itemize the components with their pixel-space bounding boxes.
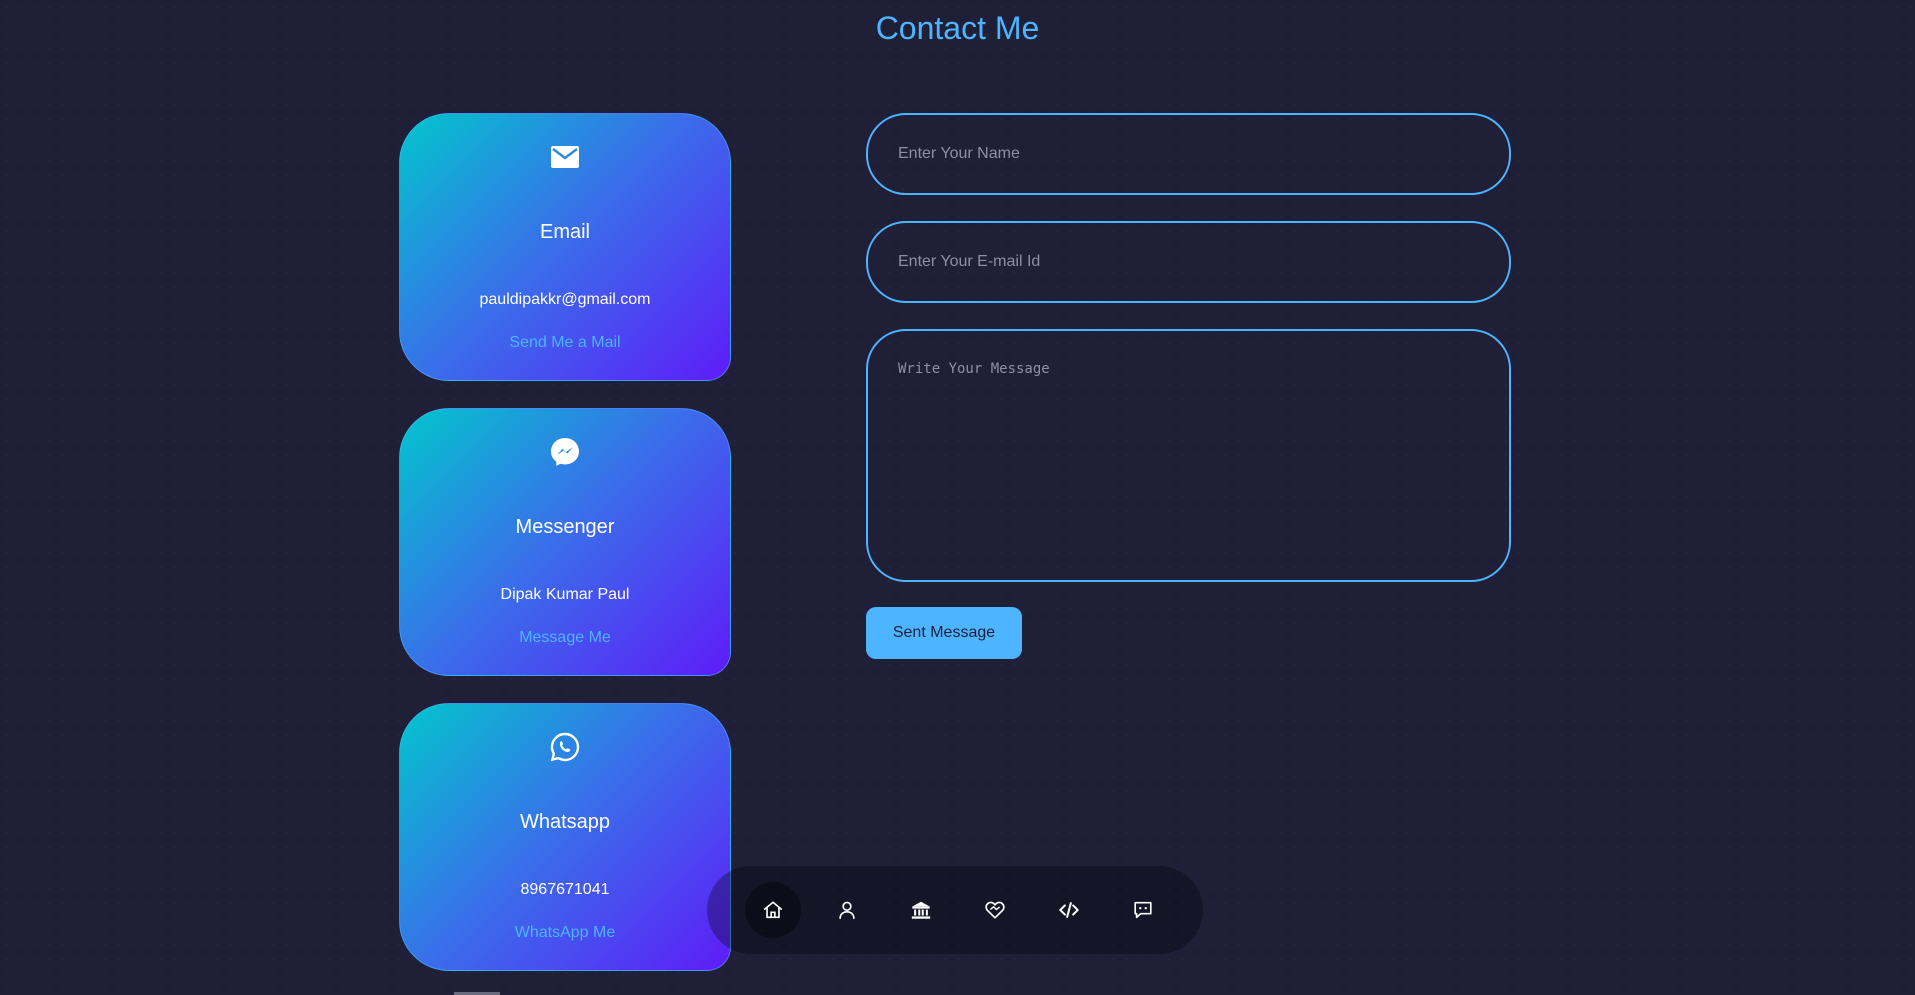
chat-icon (1134, 901, 1152, 919)
nav-projects[interactable] (1041, 882, 1097, 938)
card-title: Messenger (515, 516, 615, 538)
whatsapp-me-link[interactable]: WhatsApp Me (400, 922, 730, 944)
card-title: Whatsapp (519, 811, 611, 833)
nav-about[interactable] (819, 882, 875, 938)
bottom-nav (707, 866, 1203, 954)
nav-contact[interactable] (1115, 882, 1171, 938)
send-mail-link[interactable]: Send Me a Mail (400, 332, 730, 354)
whatsapp-card: Whatsapp 8967671041 WhatsApp Me (399, 703, 731, 971)
messenger-card: Messenger Dipak Kumar Paul Message Me (399, 408, 731, 676)
nav-education[interactable] (893, 882, 949, 938)
email-address: pauldipakkr@gmail.com (479, 291, 651, 308)
card-title: Email (539, 221, 590, 243)
whatsapp-number: 8967671041 (520, 881, 610, 898)
page-title: Contact Me (875, 10, 1040, 46)
home-icon (763, 901, 783, 919)
bank-icon (911, 901, 931, 919)
email-input[interactable] (866, 221, 1511, 303)
messenger-icon (400, 436, 730, 468)
message-me-link[interactable]: Message Me (400, 627, 730, 649)
email-card: Email pauldipakkr@gmail.com Send Me a Ma… (399, 113, 731, 381)
messenger-name: Dipak Kumar Paul (500, 586, 630, 603)
whatsapp-icon (400, 731, 730, 763)
code-icon (1059, 902, 1079, 918)
email-icon (400, 141, 730, 173)
message-textarea[interactable] (866, 329, 1511, 582)
nav-home[interactable] (745, 882, 801, 938)
user-icon (839, 901, 855, 920)
send-message-button[interactable]: Sent Message (866, 607, 1022, 659)
nav-services[interactable] (967, 882, 1023, 938)
heart-handshake-icon (985, 901, 1005, 919)
name-input[interactable] (866, 113, 1511, 195)
